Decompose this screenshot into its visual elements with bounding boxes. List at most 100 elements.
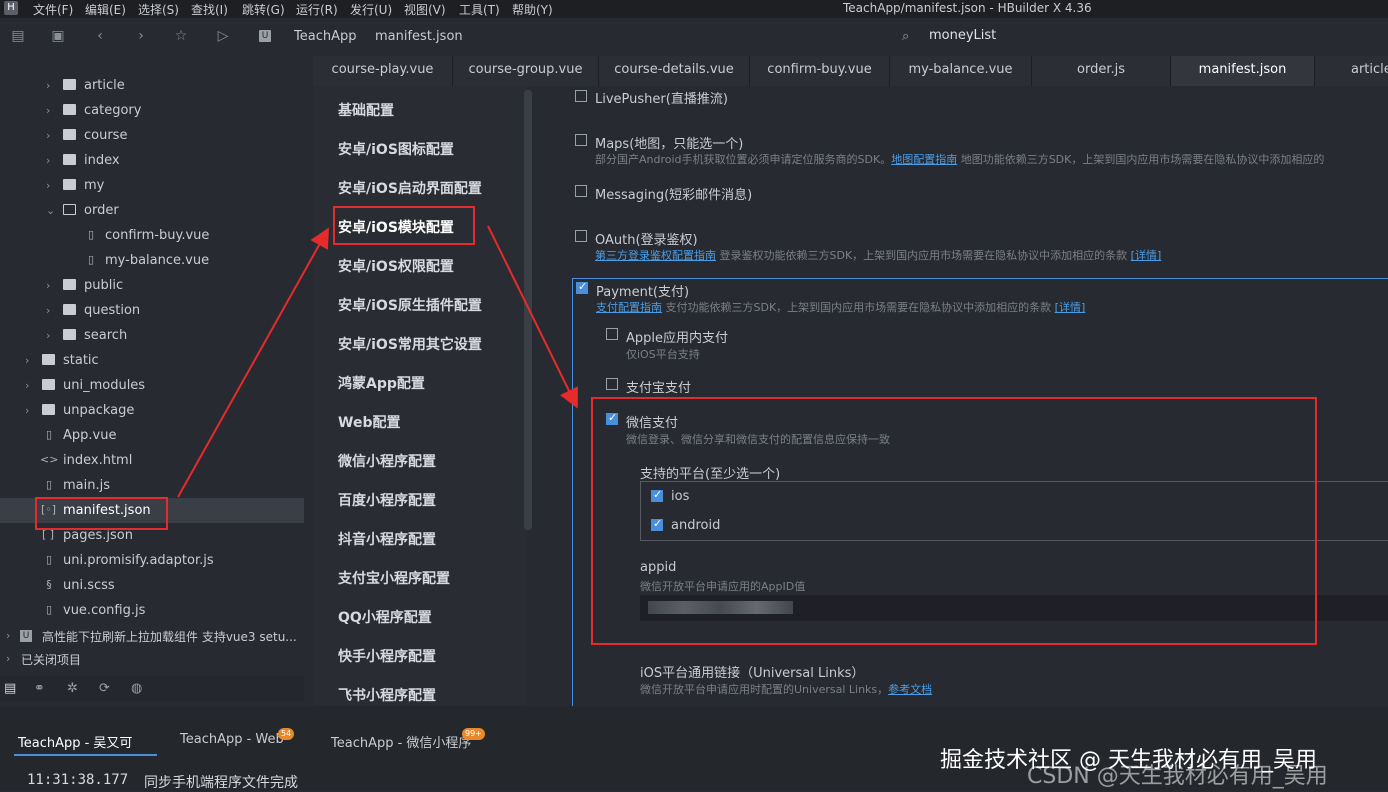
oauth-checkbox[interactable] xyxy=(575,230,587,242)
tab-course-details[interactable]: course-details.vue xyxy=(599,56,750,86)
tree-item-my-balance[interactable]: ▯ my-balance.vue xyxy=(0,250,304,275)
tree-item-search[interactable]: › search xyxy=(0,325,304,350)
nav-feishu-mp[interactable]: 飞书小程序配置 xyxy=(338,685,436,705)
tab-my-balance[interactable]: my-balance.vue xyxy=(890,56,1032,86)
save-icon[interactable]: ▣ xyxy=(49,27,67,45)
chevron-right-icon: › xyxy=(25,404,30,417)
tab-article[interactable]: article xyxy=(1315,56,1388,86)
tree-item-index[interactable]: › index xyxy=(0,150,304,175)
payment-detail-link[interactable]: [详情] xyxy=(1055,301,1086,314)
oauth-detail-link[interactable]: [详情] xyxy=(1131,249,1162,262)
nav-app-permissions[interactable]: 安卓/iOS权限配置 xyxy=(338,256,454,276)
console-tab-app[interactable]: TeachApp - 吴又可 xyxy=(18,732,132,751)
nav-alipay-mp[interactable]: 支付宝小程序配置 xyxy=(338,568,450,588)
nav-weixin-mp[interactable]: 微信小程序配置 xyxy=(338,451,436,471)
git-icon[interactable]: ⟳ xyxy=(99,681,110,696)
plugin-icon[interactable]: ⚭ xyxy=(34,681,45,696)
messaging-checkbox[interactable] xyxy=(575,185,587,197)
tree-item-course[interactable]: › course xyxy=(0,125,304,150)
project-manager-icon[interactable]: ▤ xyxy=(4,681,16,696)
breadcrumb-file[interactable]: manifest.json xyxy=(375,29,463,44)
quick-search[interactable]: ⌕ moneyList xyxy=(902,27,1102,47)
folder-icon xyxy=(63,129,76,140)
debug-icon[interactable]: ✲ xyxy=(67,681,78,696)
console-tab-web[interactable]: TeachApp - Web xyxy=(180,732,284,747)
chevron-right-icon: › xyxy=(46,104,51,117)
folder-icon xyxy=(63,329,76,340)
browser-icon[interactable]: ◍ xyxy=(131,681,142,696)
tree-item-static[interactable]: › static xyxy=(0,350,304,375)
tree-item-label: confirm-buy.vue xyxy=(105,228,210,243)
menu-run[interactable]: 运行(R) xyxy=(296,1,338,18)
tab-order-js[interactable]: order.js xyxy=(1032,56,1171,86)
menu-help[interactable]: 帮助(Y) xyxy=(512,1,553,18)
menu-find[interactable]: 查找(I) xyxy=(191,1,228,18)
tree-item-closed-projects[interactable]: › 已关闭项目 xyxy=(0,648,304,673)
tree-item-index-html[interactable]: <> index.html xyxy=(0,450,304,475)
apple-pay-checkbox[interactable] xyxy=(606,328,618,340)
nav-app-native-plugins[interactable]: 安卓/iOS原生插件配置 xyxy=(338,295,482,315)
star-icon[interactable]: ☆ xyxy=(172,27,190,45)
tree-item-label: static xyxy=(63,353,99,368)
tree-item-app-vue[interactable]: ▯ App.vue xyxy=(0,425,304,450)
console-tab-weixin[interactable]: TeachApp - 微信小程序 xyxy=(331,732,471,751)
tree-item-my[interactable]: › my xyxy=(0,175,304,200)
tree-item-public[interactable]: › public xyxy=(0,275,304,300)
tree-item-confirm-buy[interactable]: ▯ confirm-buy.vue xyxy=(0,225,304,250)
tree-item-unpackage[interactable]: › unpackage xyxy=(0,400,304,425)
new-file-icon[interactable]: ▤ xyxy=(9,27,27,45)
nav-app-splash[interactable]: 安卓/iOS启动界面配置 xyxy=(338,178,482,198)
nav-baidu-mp[interactable]: 百度小程序配置 xyxy=(338,490,436,510)
nav-qq-mp[interactable]: QQ小程序配置 xyxy=(338,607,432,627)
maps-checkbox[interactable] xyxy=(575,134,587,146)
back-icon[interactable]: ‹ xyxy=(91,27,109,45)
tree-item-label: vue.config.js xyxy=(63,603,146,618)
search-input[interactable]: moneyList xyxy=(929,28,996,43)
tab-manifest-json[interactable]: manifest.json xyxy=(1171,56,1315,86)
forward-icon[interactable]: › xyxy=(132,27,150,45)
tree-item-other-project[interactable]: › U 高性能下拉刷新上拉加载组件 支持vue3 setu... xyxy=(0,625,304,650)
nav-douyin-mp[interactable]: 抖音小程序配置 xyxy=(338,529,436,549)
tab-course-group[interactable]: course-group.vue xyxy=(453,56,599,86)
tree-item-uni-promisify[interactable]: ▯ uni.promisify.adaptor.js xyxy=(0,550,304,575)
chevron-right-icon: › xyxy=(25,354,30,367)
run-icon[interactable]: ▷ xyxy=(214,27,232,45)
universal-doc-link[interactable]: 参考文档 xyxy=(888,683,932,696)
menu-goto[interactable]: 跳转(G) xyxy=(242,1,285,18)
tree-item-article[interactable]: › article xyxy=(0,75,304,100)
payment-checkbox[interactable] xyxy=(576,280,588,294)
tab-confirm-buy[interactable]: confirm-buy.vue xyxy=(750,56,890,86)
breadcrumb-project[interactable]: TeachApp xyxy=(294,29,356,44)
nav-app-other-settings[interactable]: 安卓/iOS常用其它设置 xyxy=(338,334,482,354)
tree-item-order[interactable]: ⌄ order xyxy=(0,200,304,225)
tab-course-play[interactable]: course-play.vue xyxy=(313,56,453,86)
menu-publish[interactable]: 发行(U) xyxy=(350,1,392,18)
tree-item-vue-config[interactable]: ▯ vue.config.js xyxy=(0,600,304,625)
nav-web[interactable]: Web配置 xyxy=(338,412,400,432)
nav-harmony[interactable]: 鸿蒙App配置 xyxy=(338,373,425,393)
nav-kuaishou-mp[interactable]: 快手小程序配置 xyxy=(338,646,436,666)
menu-edit[interactable]: 编辑(E) xyxy=(85,1,126,18)
menu-view[interactable]: 视图(V) xyxy=(404,1,446,18)
tree-item-question[interactable]: › question xyxy=(0,300,304,325)
tree-item-uni-modules[interactable]: › uni_modules xyxy=(0,375,304,400)
livepusher-checkbox[interactable] xyxy=(575,90,587,102)
nav-scrollbar[interactable] xyxy=(524,90,532,530)
hbuilder-logo-icon: H xyxy=(4,1,18,15)
oauth-guide-link[interactable]: 第三方登录鉴权配置指南 xyxy=(595,249,716,262)
nav-basic[interactable]: 基础配置 xyxy=(338,100,394,120)
tree-item-uni-scss[interactable]: § uni.scss xyxy=(0,575,304,600)
tree-item-category[interactable]: › category xyxy=(0,100,304,125)
folder-icon xyxy=(42,354,55,365)
tree-item-label: 已关闭项目 xyxy=(21,653,82,667)
menu-file[interactable]: 文件(F) xyxy=(33,1,73,18)
alipay-checkbox[interactable] xyxy=(606,378,618,390)
console-message: 同步手机端程序文件完成 xyxy=(144,775,298,791)
menu-tools[interactable]: 工具(T) xyxy=(459,1,500,18)
payment-guide-link[interactable]: 支付配置指南 xyxy=(596,301,662,314)
maps-guide-link[interactable]: 地图配置指南 xyxy=(891,153,957,166)
tab-label: confirm-buy.vue xyxy=(767,62,872,77)
menu-select[interactable]: 选择(S) xyxy=(138,1,179,18)
tree-item-label: order xyxy=(84,203,119,218)
nav-app-icons[interactable]: 安卓/iOS图标配置 xyxy=(338,139,454,159)
